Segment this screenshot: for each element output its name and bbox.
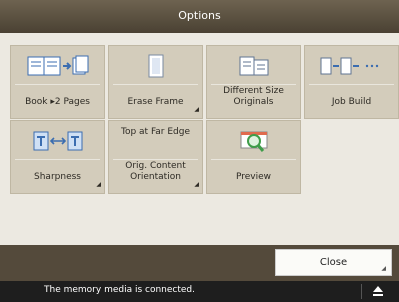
erase-frame-button[interactable]: Erase Frame ◢ xyxy=(108,45,203,119)
status-divider xyxy=(361,284,362,299)
options-screen: Options Book ▸2 Pages Erase Frame ◢ Diff… xyxy=(0,0,399,302)
book-to-two-pages-icon xyxy=(27,55,88,76)
submenu-arrow-icon: ◢ xyxy=(381,265,386,272)
submenu-arrow-icon: ◢ xyxy=(194,181,199,188)
erase-frame-icon xyxy=(148,54,163,78)
current-setting-label: Top at Far Edge xyxy=(120,127,191,137)
button-label: Book ▸2 Pages xyxy=(25,97,90,107)
title-bar: Options xyxy=(0,0,399,33)
close-button[interactable]: Close ◢ xyxy=(275,249,392,276)
button-label: Preview xyxy=(235,172,272,182)
different-size-originals-button[interactable]: Different Size Originals xyxy=(206,45,301,119)
button-label: Sharpness xyxy=(34,172,81,182)
preview-icon xyxy=(240,131,267,152)
sharpness-button[interactable]: Sharpness ◢ xyxy=(10,120,105,194)
orig-content-orientation-button[interactable]: Top at Far Edge Orig. Content Orientatio… xyxy=(108,120,203,194)
submenu-arrow-icon: ◢ xyxy=(194,106,199,113)
button-label: Different Size Originals xyxy=(223,86,284,107)
status-bar: The memory media is connected. xyxy=(0,281,399,302)
job-build-button[interactable]: Job Build xyxy=(304,45,399,119)
button-label: Erase Frame xyxy=(127,97,184,107)
job-build-icon xyxy=(320,57,378,75)
sharpness-icon xyxy=(33,131,82,151)
close-label: Close xyxy=(319,257,348,268)
preview-button[interactable]: Preview xyxy=(206,120,301,194)
different-size-originals-icon xyxy=(239,56,268,76)
book-to-two-pages-button[interactable]: Book ▸2 Pages xyxy=(10,45,105,119)
submenu-arrow-icon: ◢ xyxy=(96,181,101,188)
status-message: The memory media is connected. xyxy=(44,285,195,295)
button-label: Job Build xyxy=(331,97,372,107)
button-label: Orig. Content Orientation xyxy=(125,161,186,182)
page-title: Options xyxy=(178,9,221,22)
options-panel: Book ▸2 Pages Erase Frame ◢ Different Si… xyxy=(0,33,399,245)
eject-icon[interactable] xyxy=(371,283,385,302)
